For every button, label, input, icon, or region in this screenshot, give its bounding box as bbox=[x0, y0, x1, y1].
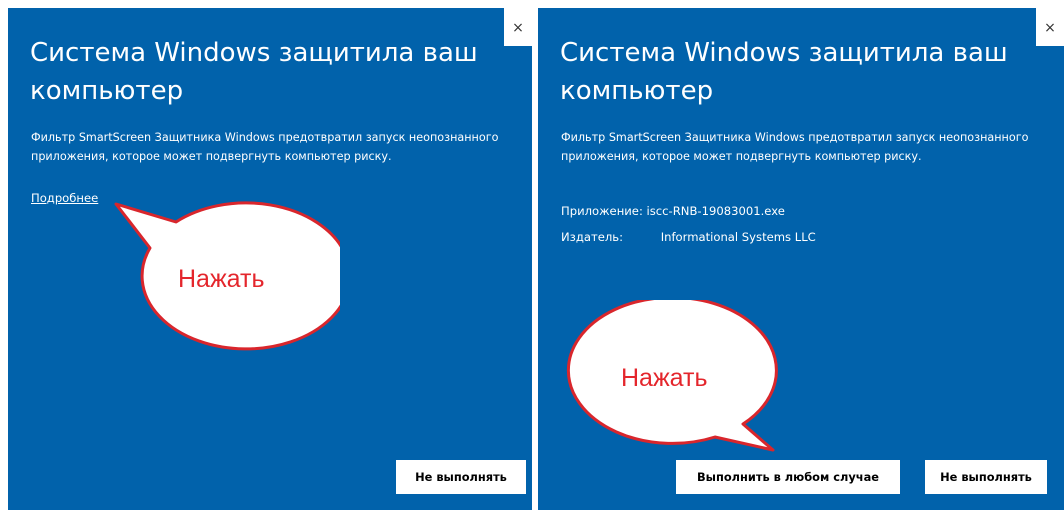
close-button[interactable]: × bbox=[504, 8, 532, 46]
dialog-description: Фильтр SmartScreen Защитника Windows пре… bbox=[31, 131, 499, 163]
run-anyway-button[interactable]: Выполнить в любом случае bbox=[676, 460, 900, 494]
app-label: Приложение: bbox=[561, 204, 643, 218]
publisher-info-row: Издатель: Informational Systems LLC bbox=[561, 228, 816, 246]
app-info-row: Приложение: iscc-RNB-19083001.exe bbox=[561, 202, 785, 220]
dialog-title: Система Windows защитила ваш компьютер bbox=[30, 38, 478, 106]
close-icon: × bbox=[1044, 20, 1056, 36]
dialog-title: Система Windows защитила ваш компьютер bbox=[560, 38, 1008, 106]
app-value: iscc-RNB-19083001.exe bbox=[646, 204, 785, 218]
instruction-callout-right: Нажать bbox=[555, 295, 785, 460]
publisher-label: Издатель: bbox=[561, 230, 623, 244]
close-button[interactable]: × bbox=[1036, 8, 1064, 46]
callout-label: Нажать bbox=[178, 265, 265, 293]
close-icon: × bbox=[512, 20, 524, 36]
dialog-description: Фильтр SmartScreen Защитника Windows пре… bbox=[561, 131, 1029, 163]
more-info-link[interactable]: Подробнее bbox=[31, 191, 98, 205]
instruction-callout-left: Нажать bbox=[110, 200, 352, 360]
callout-label: Нажать bbox=[621, 364, 708, 392]
dont-run-button[interactable]: Не выполнять bbox=[925, 460, 1047, 494]
publisher-value: Informational Systems LLC bbox=[660, 230, 816, 244]
dont-run-button[interactable]: Не выполнять bbox=[396, 460, 526, 494]
